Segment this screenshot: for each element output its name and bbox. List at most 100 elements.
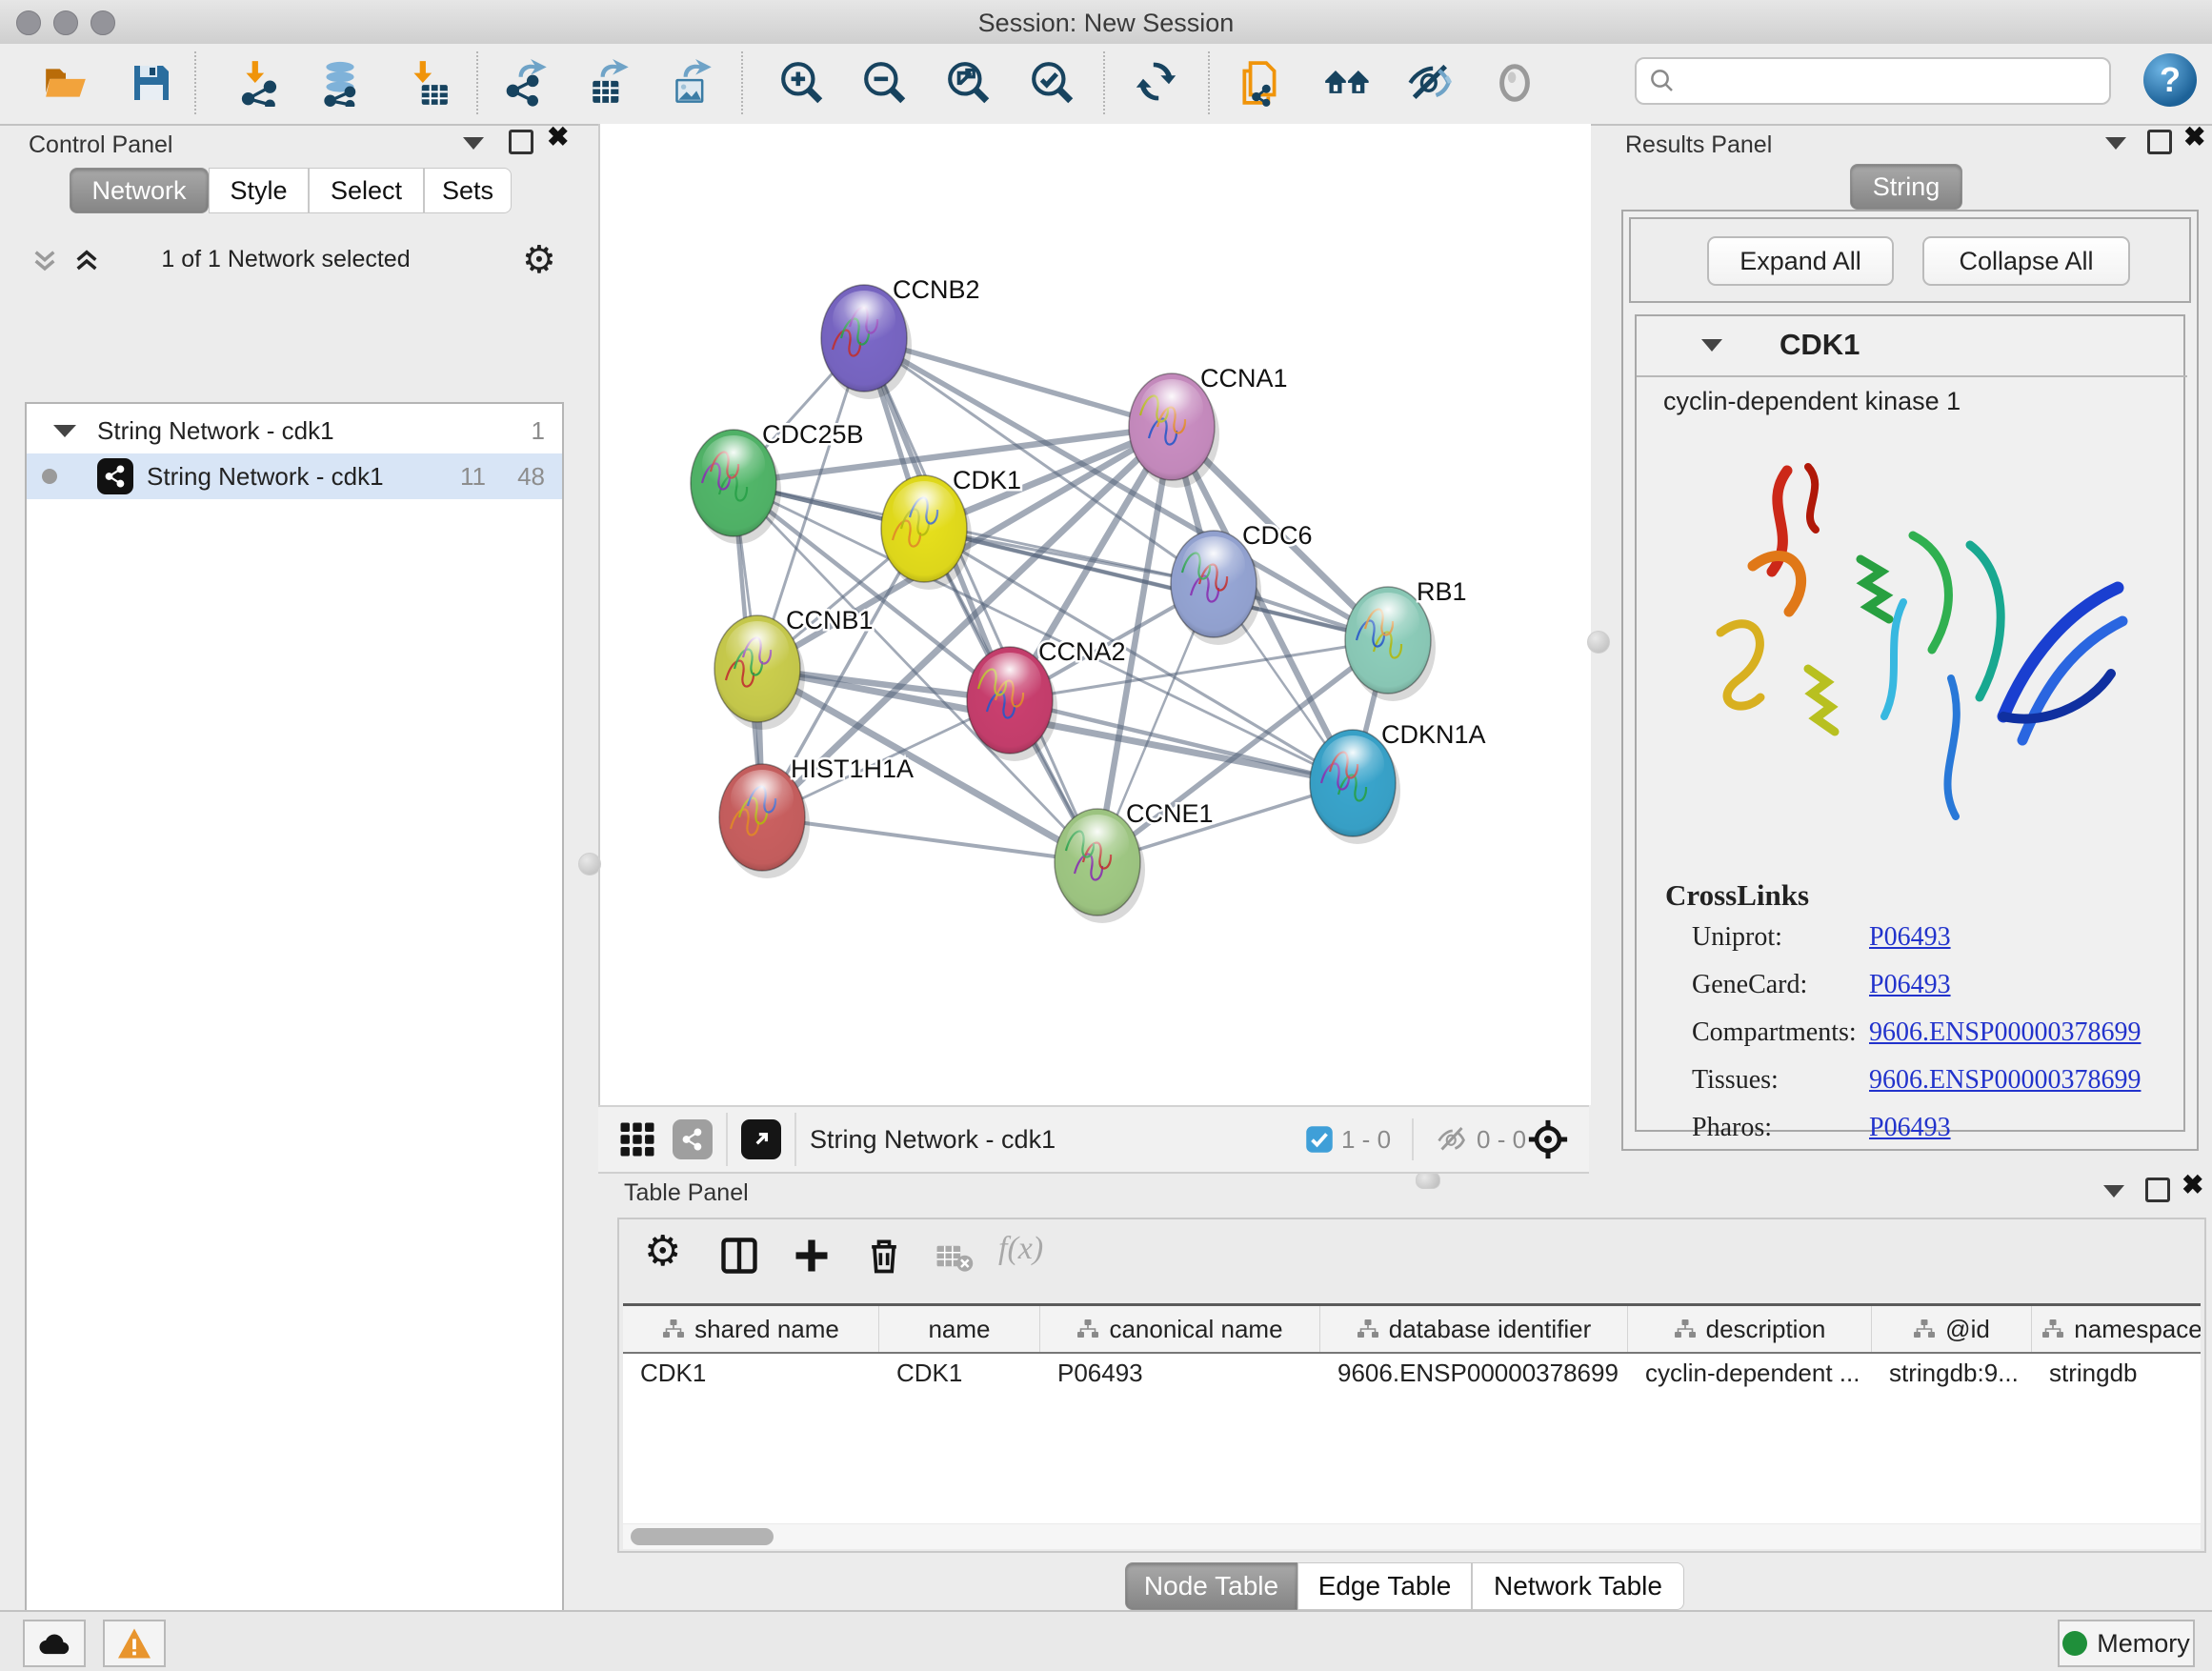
birdseye-view-icon[interactable] bbox=[741, 1119, 781, 1159]
gene-collapse-icon[interactable] bbox=[1701, 339, 1722, 352]
network-canvas[interactable]: CCNB2CCNA1CDC25BCDK1CDC6RB1CCNB1CCNA2CDK… bbox=[598, 124, 1591, 1105]
crosslink-row: Compartments:9606.ENSP00000378699 bbox=[1692, 1017, 2168, 1048]
table-panel: Table Panel ✖ ⚙ f(x) shared namenamecano… bbox=[600, 1178, 2212, 1610]
column-header-databaseidentifier[interactable]: database identifier bbox=[1320, 1306, 1628, 1352]
crosshair-icon[interactable] bbox=[1526, 1117, 1570, 1161]
columns-icon[interactable] bbox=[718, 1235, 760, 1277]
crosslink-value-link[interactable]: 9606.ENSP00000378699 bbox=[1869, 1065, 2141, 1096]
network-edge[interactable] bbox=[1010, 700, 1353, 783]
tab-network[interactable]: Network bbox=[70, 168, 209, 213]
collapse-all-icon[interactable] bbox=[29, 246, 61, 276]
import-database-icon[interactable] bbox=[311, 53, 370, 112]
control-panel-title: Control Panel bbox=[29, 131, 172, 159]
zoom-fit-icon[interactable] bbox=[939, 53, 998, 112]
control-panel-close-icon[interactable]: ✖ bbox=[547, 128, 569, 147]
help-button[interactable]: ? bbox=[2143, 53, 2197, 107]
hidden-eye-icon[interactable] bbox=[1435, 1122, 1469, 1157]
table-cell[interactable]: P06493 bbox=[1040, 1354, 1320, 1392]
network-edge[interactable] bbox=[864, 338, 1097, 862]
export-image-icon[interactable] bbox=[664, 53, 723, 112]
status-bar: Memory bbox=[0, 1610, 2212, 1671]
column-header-label: canonical name bbox=[1109, 1315, 1282, 1344]
network-options-gear-icon[interactable]: ⚙ bbox=[522, 238, 556, 282]
column-header-canonicalname[interactable]: canonical name bbox=[1040, 1306, 1320, 1352]
import-table-icon[interactable] bbox=[398, 53, 457, 112]
copy-network-icon[interactable] bbox=[1231, 53, 1290, 112]
table-settings-gear-icon[interactable]: ⚙ bbox=[644, 1227, 681, 1276]
cloud-icon bbox=[36, 1629, 72, 1658]
table-cell[interactable]: cyclin-dependent ... bbox=[1628, 1354, 1872, 1392]
gene-name: CDK1 bbox=[1780, 328, 1860, 362]
expand-all-button[interactable]: Expand All bbox=[1707, 236, 1894, 286]
tab-node-table[interactable]: Node Table bbox=[1125, 1562, 1297, 1610]
column-header-sharedname[interactable]: shared name bbox=[623, 1306, 879, 1352]
memory-button[interactable]: Memory bbox=[2058, 1620, 2195, 1667]
crosslink-value-link[interactable]: P06493 bbox=[1869, 922, 1951, 953]
collapse-all-button[interactable]: Collapse All bbox=[1922, 236, 2130, 286]
delete-column-icon[interactable] bbox=[863, 1235, 905, 1277]
network-edge[interactable] bbox=[924, 529, 1388, 640]
save-session-icon[interactable] bbox=[122, 53, 181, 112]
zoom-in-icon[interactable] bbox=[773, 53, 832, 112]
network-edge[interactable] bbox=[762, 817, 1097, 862]
function-builder-icon[interactable]: f(x) bbox=[998, 1231, 1043, 1267]
node-label: CCNE1 bbox=[1126, 799, 1214, 828]
show-all-icon[interactable] bbox=[1485, 53, 1544, 112]
search-input[interactable] bbox=[1677, 66, 2090, 97]
refresh-icon[interactable] bbox=[1128, 53, 1187, 112]
column-header-description[interactable]: description bbox=[1628, 1306, 1872, 1352]
tab-string[interactable]: String bbox=[1850, 164, 1962, 210]
import-network-icon[interactable] bbox=[231, 53, 290, 112]
column-header-id[interactable]: @id bbox=[1872, 1306, 2032, 1352]
table-cell[interactable]: stringdb:9... bbox=[1872, 1354, 2032, 1392]
open-session-icon[interactable] bbox=[36, 53, 95, 112]
gene-header[interactable]: CDK1 bbox=[1637, 316, 2187, 377]
column-header-name[interactable]: name bbox=[879, 1306, 1040, 1352]
table-cell[interactable]: stringdb bbox=[2032, 1354, 2201, 1392]
tab-sets[interactable]: Sets bbox=[424, 168, 512, 213]
network-collection-row[interactable]: String Network - cdk1 1 bbox=[27, 408, 562, 453]
crosslink-value-link[interactable]: 9606.ENSP00000378699 bbox=[1869, 1017, 2141, 1048]
left-splitter-handle[interactable] bbox=[578, 853, 601, 876]
first-neighbors-icon[interactable] bbox=[1318, 53, 1377, 112]
column-header-namespace[interactable]: namespace bbox=[2032, 1306, 2201, 1352]
right-splitter-handle[interactable] bbox=[1587, 631, 1610, 654]
table-row[interactable]: CDK1CDK1P064939606.ENSP00000378699cyclin… bbox=[623, 1354, 2201, 1392]
delete-table-icon[interactable] bbox=[935, 1240, 974, 1275]
collection-expand-icon[interactable] bbox=[53, 425, 76, 437]
network-row-selected[interactable]: String Network - cdk1 11 48 bbox=[27, 453, 562, 499]
memory-label: Memory bbox=[2097, 1629, 2190, 1659]
control-panel-maximize-icon[interactable] bbox=[509, 130, 533, 154]
cloud-button[interactable] bbox=[23, 1620, 86, 1667]
table-cell[interactable]: 9606.ENSP00000378699 bbox=[1320, 1354, 1628, 1392]
export-table-icon[interactable] bbox=[581, 53, 640, 112]
results-panel-float-icon[interactable] bbox=[2105, 137, 2126, 150]
grid-view-icon[interactable] bbox=[617, 1119, 657, 1159]
hide-selected-icon[interactable] bbox=[1401, 53, 1460, 112]
column-header-label: description bbox=[1706, 1315, 1826, 1344]
table-cell[interactable]: CDK1 bbox=[623, 1354, 879, 1392]
results-panel-close-icon[interactable]: ✖ bbox=[2183, 128, 2205, 147]
tab-style[interactable]: Style bbox=[209, 168, 309, 213]
selected-checkbox-icon[interactable] bbox=[1305, 1125, 1334, 1154]
table-panel-float-icon[interactable] bbox=[2103, 1185, 2124, 1198]
share-view-icon[interactable] bbox=[673, 1119, 713, 1159]
table-panel-maximize-icon[interactable] bbox=[2145, 1178, 2170, 1202]
table-cell[interactable]: CDK1 bbox=[879, 1354, 1040, 1392]
tab-edge-table[interactable]: Edge Table bbox=[1297, 1562, 1472, 1610]
results-panel-maximize-icon[interactable] bbox=[2147, 130, 2172, 154]
tab-select[interactable]: Select bbox=[309, 168, 424, 213]
control-panel-float-icon[interactable] bbox=[463, 137, 484, 150]
crosslink-value-link[interactable]: P06493 bbox=[1869, 970, 1951, 1000]
gene-description: cyclin-dependent kinase 1 bbox=[1663, 387, 1961, 416]
export-network-icon[interactable] bbox=[499, 53, 558, 112]
zoom-selected-icon[interactable] bbox=[1023, 53, 1082, 112]
tab-network-table[interactable]: Network Table bbox=[1472, 1562, 1684, 1610]
table-hscrollbar-thumb[interactable] bbox=[631, 1528, 774, 1545]
warning-button[interactable] bbox=[103, 1620, 166, 1667]
table-panel-close-icon[interactable]: ✖ bbox=[2182, 1176, 2203, 1195]
zoom-out-icon[interactable] bbox=[855, 53, 915, 112]
crosslink-value-link[interactable]: P06493 bbox=[1869, 1113, 1951, 1143]
add-column-icon[interactable] bbox=[791, 1235, 833, 1277]
expand-all-icon[interactable] bbox=[70, 246, 103, 276]
